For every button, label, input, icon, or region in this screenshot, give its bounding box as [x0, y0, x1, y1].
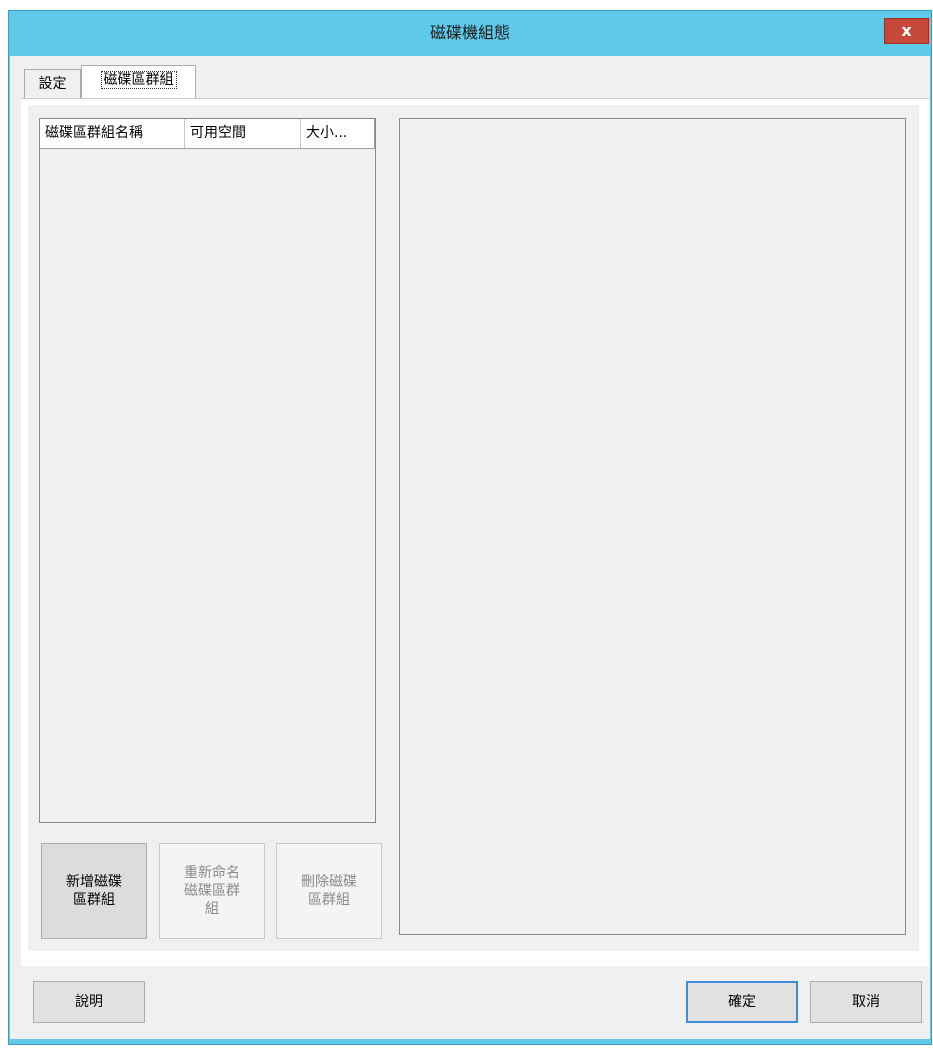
column-header-group-name[interactable]: 磁碟區群組名稱	[40, 119, 185, 148]
rename-volume-group-button[interactable]: 重新命名 磁碟區群 組	[159, 843, 265, 939]
tab-settings[interactable]: 設定	[24, 69, 81, 98]
list-header: 磁碟區群組名稱 可用空間 大小...	[40, 119, 375, 149]
delete-volume-group-button[interactable]: 刪除磁碟 區群組	[276, 843, 382, 939]
close-button[interactable]: x	[884, 18, 929, 44]
column-header-size[interactable]: 大小...	[301, 119, 375, 148]
tab-volume-groups-label: 磁碟區群組	[100, 71, 177, 89]
volume-group-list[interactable]	[39, 118, 376, 823]
add-volume-group-button[interactable]: 新增磁碟 區群組	[41, 843, 147, 939]
title-bar[interactable]: 磁碟機組態	[9, 11, 931, 55]
ok-button[interactable]: 確定	[686, 981, 798, 1023]
cancel-button[interactable]: 取消	[810, 981, 922, 1023]
column-header-free-space[interactable]: 可用空間	[185, 119, 301, 148]
window-title: 磁碟機組態	[429, 23, 510, 42]
tab-volume-groups[interactable]: 磁碟區群組	[81, 65, 196, 99]
volume-group-detail-panel	[399, 118, 906, 935]
help-button[interactable]: 說明	[33, 981, 145, 1023]
